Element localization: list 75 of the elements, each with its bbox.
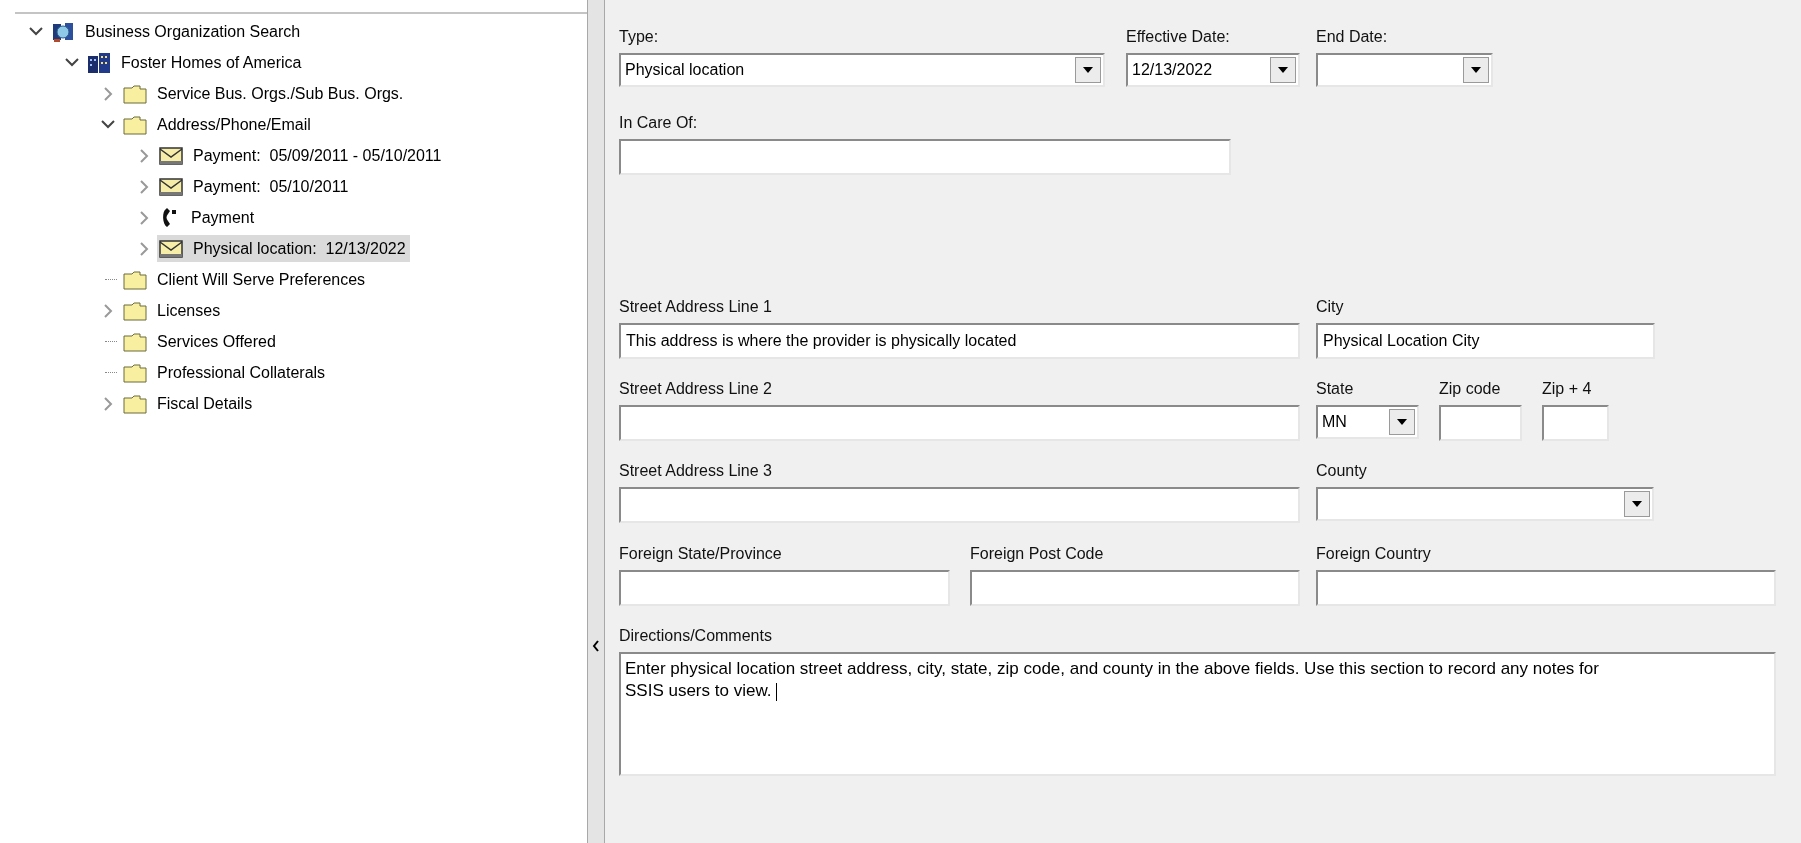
tree-item[interactable]: Fiscal Details <box>121 390 257 417</box>
field-label: State <box>1316 380 1354 398</box>
tree-item[interactable]: Payment: 05/09/2011 - 05/10/2011 <box>157 142 446 169</box>
folder-icon <box>123 331 147 352</box>
tree-item[interactable]: Licenses <box>121 297 225 324</box>
tree-item[interactable]: Foster Homes of America <box>85 49 306 76</box>
text-field[interactable] <box>1542 405 1609 441</box>
envelope-icon <box>159 239 183 258</box>
caret-down-icon <box>1278 67 1288 73</box>
dropdown-button[interactable] <box>1389 409 1415 435</box>
field-label: City <box>1316 298 1344 316</box>
dropdown-button[interactable] <box>1075 57 1101 83</box>
text-field[interactable] <box>1439 405 1522 441</box>
chevron-down-icon[interactable] <box>65 58 79 67</box>
dropdown[interactable]: 12/13/2022 <box>1126 53 1300 87</box>
chevron-right-icon[interactable] <box>139 210 149 225</box>
chevron-right-icon[interactable] <box>103 396 113 411</box>
field-label: Street Address Line 2 <box>619 380 772 398</box>
comments-field[interactable]: Enter physical location street address, city, state, zip code, and county in the above fields. Use this section to record any notes for SSIS users to view. <box>619 652 1776 776</box>
field-label: County <box>1316 462 1367 480</box>
field-label: Foreign Country <box>1316 545 1431 563</box>
field-label: Street Address Line 3 <box>619 462 772 480</box>
caret-down-icon <box>1632 501 1642 507</box>
text-field[interactable] <box>619 139 1231 175</box>
tree-item[interactable]: Professional Collaterals <box>121 359 330 386</box>
chevron-right-icon[interactable] <box>103 303 113 318</box>
folder-icon <box>123 362 147 383</box>
chevron-down-icon[interactable] <box>101 120 115 129</box>
text-field[interactable] <box>1316 570 1776 606</box>
chevron-down-icon[interactable] <box>29 27 43 36</box>
text-field[interactable] <box>619 487 1300 523</box>
envelope-icon <box>159 146 183 165</box>
field-label: Foreign State/Province <box>619 545 782 563</box>
tree-item[interactable]: Physical location: 12/13/2022 <box>157 235 410 262</box>
dropdown-button[interactable] <box>1270 57 1296 83</box>
text-field[interactable] <box>970 570 1300 606</box>
caret-down-icon <box>1397 419 1407 425</box>
field-label: Effective Date: <box>1126 28 1230 46</box>
envelope-icon <box>159 177 183 196</box>
tree-item[interactable]: Payment <box>157 204 259 231</box>
folder-icon <box>123 83 147 104</box>
tree-item[interactable]: Client Will Serve Preferences <box>121 266 370 293</box>
field-label: Foreign Post Code <box>970 545 1104 563</box>
dropdown-button[interactable] <box>1463 57 1489 83</box>
building-icon <box>87 51 111 74</box>
chevron-right-icon[interactable] <box>139 148 149 163</box>
tree-item[interactable]: Business Organization Search <box>49 18 305 45</box>
text-field[interactable]: Physical Location City <box>1316 323 1655 359</box>
field-label: Type: <box>619 28 659 46</box>
chevron-right-icon[interactable] <box>139 241 149 256</box>
text-field[interactable] <box>619 570 950 606</box>
tree-item[interactable]: Address/Phone/Email <box>121 111 315 138</box>
field-label: Directions/Comments <box>619 627 772 645</box>
field-label: End Date: <box>1316 28 1388 46</box>
folder-icon <box>123 393 147 414</box>
field-label: Zip + 4 <box>1542 380 1592 398</box>
text-field[interactable]: This address is where the provider is physically located <box>619 323 1300 359</box>
field-label: In Care Of: <box>619 114 698 132</box>
caret-down-icon <box>1471 67 1481 73</box>
tree-item[interactable]: Services Offered <box>121 328 280 355</box>
folder-icon <box>123 269 147 290</box>
dropdown-button[interactable] <box>1624 491 1650 517</box>
folder-icon <box>123 300 147 321</box>
folder-icon <box>123 114 147 135</box>
organization-search-icon <box>51 20 75 43</box>
tree-item[interactable]: Service Bus. Orgs./Sub Bus. Orgs. <box>121 80 408 107</box>
dropdown[interactable]: MN <box>1316 405 1419 439</box>
caret-down-icon <box>1083 67 1093 73</box>
chevron-right-icon[interactable] <box>139 179 149 194</box>
text-field[interactable] <box>619 405 1300 441</box>
field-label: Zip code <box>1439 380 1501 398</box>
dropdown[interactable]: Physical location <box>619 53 1105 87</box>
chevron-right-icon[interactable] <box>103 86 113 101</box>
tree-item[interactable]: Payment: 05/10/2011 <box>157 173 353 200</box>
field-label: Street Address Line 1 <box>619 298 772 316</box>
